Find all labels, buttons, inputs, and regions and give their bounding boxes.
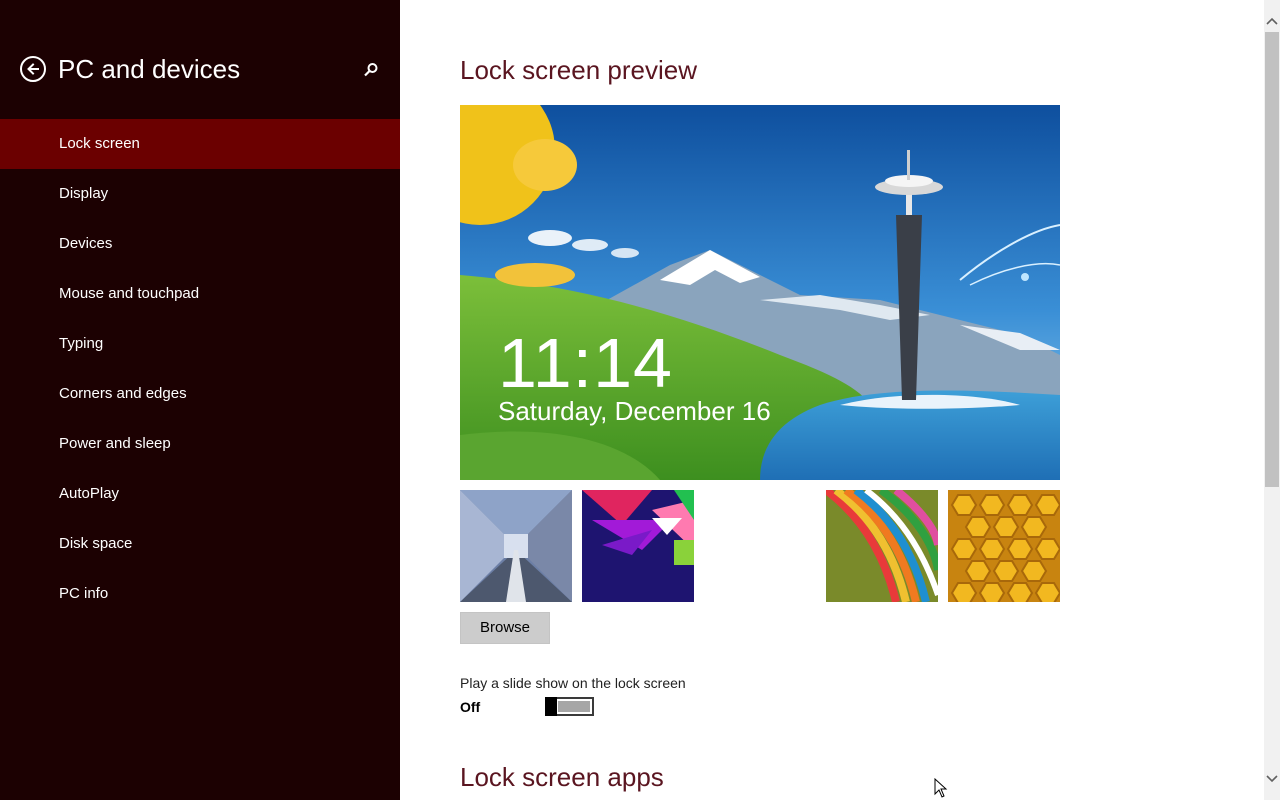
sidebar-item-lock-screen[interactable]: Lock screen <box>0 119 400 169</box>
sidebar-item-power-and-sleep[interactable]: Power and sleep <box>0 419 400 469</box>
scroll-down-arrow-icon[interactable] <box>1264 770 1280 788</box>
sidebar-item-display[interactable]: Display <box>0 169 400 219</box>
lock-screen-preview-heading: Lock screen preview <box>460 55 697 85</box>
lock-screen-time: 11:14 <box>498 324 673 402</box>
thumbnail-stripes[interactable] <box>826 490 938 602</box>
lock-screen-date: Saturday, December 16 <box>498 396 771 426</box>
back-arrow-icon[interactable] <box>20 56 46 82</box>
mouse-cursor-icon <box>934 777 948 798</box>
lock-screen-apps-heading: Lock screen apps <box>460 762 664 792</box>
search-icon[interactable] <box>362 61 380 79</box>
thumbnail-tunnel[interactable] <box>460 490 572 602</box>
lock-screen-preview: 11:14 Saturday, December 16 <box>460 105 1060 480</box>
slideshow-toggle[interactable] <box>545 697 594 716</box>
thumbnail-geometric[interactable] <box>582 490 694 602</box>
sidebar-header: PC and devices <box>0 52 400 92</box>
toggle-thumb[interactable] <box>545 697 557 716</box>
sidebar-item-devices[interactable]: Devices <box>0 219 400 269</box>
sidebar-item-mouse-and-touchpad[interactable]: Mouse and touchpad <box>0 269 400 319</box>
sidebar-item-typing[interactable]: Typing <box>0 319 400 369</box>
sidebar-item-corners-and-edges[interactable]: Corners and edges <box>0 369 400 419</box>
slideshow-toggle-state: Off <box>460 699 481 715</box>
sidebar-item-disk-space[interactable]: Disk space <box>0 519 400 569</box>
page-title: PC and devices <box>58 54 241 84</box>
sidebar-item-pc-info[interactable]: PC info <box>0 569 400 619</box>
thumbnail-honeycomb[interactable] <box>948 490 1060 602</box>
sidebar-item-autoplay[interactable]: AutoPlay <box>0 469 400 519</box>
slideshow-label: Play a slide show on the lock screen <box>460 675 686 691</box>
sidebar: PC and devices Lock screen Display Devic… <box>0 0 400 800</box>
background-thumbnails <box>460 490 1060 602</box>
main-content: Lock screen preview 11:14 Saturday, Dece… <box>400 0 1264 800</box>
sidebar-nav: Lock screen Display Devices Mouse and to… <box>0 119 400 619</box>
scrollbar-thumb[interactable] <box>1265 32 1279 487</box>
scrollbar[interactable] <box>1264 0 1280 800</box>
browse-button[interactable]: Browse <box>460 612 550 644</box>
toggle-track <box>558 701 590 712</box>
scroll-up-arrow-icon[interactable] <box>1264 12 1280 30</box>
